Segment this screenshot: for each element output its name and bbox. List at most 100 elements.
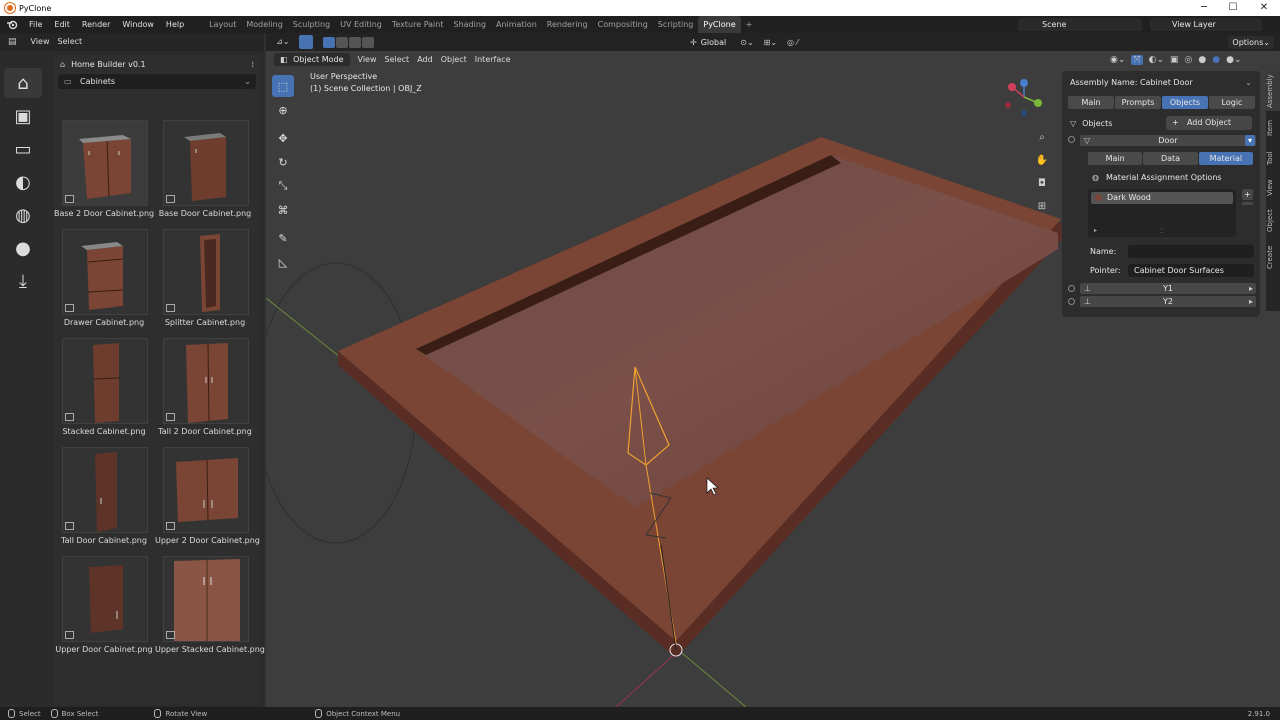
home-icon[interactable]: ⌂ — [4, 68, 42, 98]
workspace-tab-layout[interactable]: Layout — [204, 16, 241, 33]
visibility-dot-icon[interactable] — [1068, 298, 1075, 305]
tab-logic[interactable]: Logic — [1209, 96, 1255, 109]
empty-row-y1[interactable]: ⊥ Y1 ▸ — [1062, 283, 1260, 294]
menu-select[interactable]: Select — [54, 35, 87, 49]
viewport-menu-add[interactable]: Add — [413, 53, 437, 67]
move-tool-icon[interactable]: ✥ — [272, 127, 294, 149]
remove-slot-button[interactable] — [1242, 202, 1253, 205]
shading-wire-icon[interactable]: ◎ — [1185, 55, 1193, 65]
name-input[interactable] — [1128, 245, 1254, 258]
workspace-tab-compositing[interactable]: Compositing — [593, 16, 653, 33]
editor-type-icon[interactable]: ⊿⌄ — [272, 35, 293, 49]
editor-type-icon[interactable]: ▤ — [8, 37, 17, 47]
3d-viewport[interactable]: ⊿⌄ ✛ Global ⊙⌄ ⊞⌄ ◎ ⁄ Options⌄ ◧ Object … — [266, 33, 1280, 707]
mode-set-icon[interactable] — [323, 36, 336, 48]
subtab-data[interactable]: Data — [1143, 152, 1198, 165]
asset-thumb-2[interactable]: Drawer Cabinet.png — [54, 226, 154, 332]
vtab-create[interactable]: Create — [1266, 241, 1280, 273]
empty-selector[interactable]: ⊥ Y1 ▸ — [1080, 283, 1256, 294]
workspace-tab-sculpting[interactable]: Sculpting — [288, 16, 335, 33]
menu-edit[interactable]: Edit — [48, 16, 76, 33]
category-dropdown[interactable]: ▭ Cabinets ⌄ — [58, 74, 256, 89]
menu-file[interactable]: File — [23, 16, 48, 33]
overlay-icon[interactable]: ◐⌄ — [1149, 55, 1164, 65]
vtab-assembly[interactable]: Assembly — [1266, 71, 1280, 111]
minimize-button[interactable]: ─ — [1190, 0, 1218, 16]
workspace-tab-rendering[interactable]: Rendering — [542, 16, 593, 33]
dropdown-arrow-icon[interactable]: ▾ — [1245, 135, 1255, 146]
asset-thumb-0[interactable]: Base 2 Door Cabinet.png — [54, 117, 154, 223]
tab-objects[interactable]: Objects — [1162, 96, 1208, 109]
workspace-tab-pyclone[interactable]: PyClone — [698, 16, 741, 33]
cursor-tool-icon[interactable]: ⊕ — [272, 99, 294, 121]
blender-logo-icon[interactable] — [6, 20, 20, 30]
menu-window[interactable]: Window — [116, 16, 160, 33]
resize-handle-icon[interactable]: ⁚⁚ — [1160, 228, 1164, 235]
viewport-menu-view[interactable]: View — [354, 53, 381, 67]
object-list-item[interactable]: ▽ Door ▾ — [1062, 135, 1260, 147]
transform-tool-icon[interactable]: ⌘ — [272, 199, 294, 221]
vtab-tool[interactable]: Tool — [1266, 145, 1280, 171]
frame-icon[interactable]: ▣ — [4, 101, 42, 131]
viewport-menu-interface[interactable]: Interface — [471, 53, 515, 67]
asset-thumb-5[interactable]: Tall 2 Door Cabinet.png — [155, 335, 255, 441]
assembly-name-header[interactable]: Assembly Name: Cabinet Door ⌄ — [1062, 76, 1260, 90]
menu-help[interactable]: Help — [160, 16, 190, 33]
annotate-tool-icon[interactable]: ✎ — [272, 227, 294, 249]
asset-thumb-9[interactable]: Upper Stacked Cabinet.png — [155, 553, 265, 659]
visibility-icon[interactable]: ◉⌄ — [1110, 55, 1125, 65]
vtab-item[interactable]: Item — [1266, 115, 1280, 141]
mode-subtract-icon[interactable] — [349, 36, 362, 48]
mode-intersect-icon[interactable] — [362, 36, 375, 48]
menu-render[interactable]: Render — [76, 16, 116, 33]
add-workspace-button[interactable]: + — [741, 16, 758, 33]
empty-row-y2[interactable]: ⊥ Y2 ▸ — [1062, 296, 1260, 307]
tab-prompts[interactable]: Prompts — [1115, 96, 1161, 109]
material-sphere-icon[interactable]: ◐ — [4, 167, 42, 197]
menu-view[interactable]: View — [27, 35, 54, 49]
xray-icon[interactable]: ▣ — [1170, 55, 1179, 65]
gizmo-toggle-icon[interactable]: ⤧ — [1131, 54, 1143, 65]
scene-selector[interactable]: Scene — [1018, 18, 1142, 31]
subtab-material[interactable]: Material — [1198, 152, 1253, 165]
workspace-tab-uv-editing[interactable]: UV Editing — [335, 16, 387, 33]
empty-selector[interactable]: ⊥ Y2 ▸ — [1080, 296, 1256, 307]
workspace-tab-texture-paint[interactable]: Texture Paint — [387, 16, 449, 33]
maximize-button[interactable]: ☐ — [1219, 0, 1247, 16]
subtab-main[interactable]: Main — [1088, 152, 1143, 165]
add-object-button[interactable]: + Add Object — [1166, 116, 1252, 130]
select-box-tool-icon[interactable]: ⬚ — [272, 75, 294, 97]
options-dropdown[interactable]: Options⌄ — [1228, 35, 1274, 49]
asset-thumb-7[interactable]: Upper 2 Door Cabinet.png — [155, 444, 260, 550]
workspace-tab-animation[interactable]: Animation — [491, 16, 542, 33]
world-icon[interactable]: ◍ — [4, 200, 42, 230]
download-icon[interactable]: ⤓ — [4, 266, 42, 296]
pan-hand-icon[interactable]: ✋ — [1033, 151, 1051, 169]
add-slot-button[interactable]: + — [1242, 189, 1253, 200]
asset-thumb-3[interactable]: Splitter Cabinet.png — [155, 226, 255, 332]
object-selector[interactable]: ▽ Door ▾ — [1080, 135, 1256, 146]
select-tool-icon[interactable] — [299, 35, 314, 49]
rotate-tool-icon[interactable]: ↻ — [272, 151, 294, 173]
workspace-tab-shading[interactable]: Shading — [448, 16, 491, 33]
camera-icon[interactable]: ● — [4, 233, 42, 263]
vtab-object[interactable]: Object — [1266, 205, 1280, 237]
workspace-tab-modeling[interactable]: Modeling — [241, 16, 287, 33]
expand-triangle-icon[interactable]: ▸ — [1094, 227, 1097, 234]
snap-icon[interactable]: ⊞⌄ — [764, 38, 777, 47]
navigation-gizmo[interactable] — [1000, 77, 1050, 121]
asset-thumb-4[interactable]: Stacked Cabinet.png — [54, 335, 154, 441]
asset-thumb-8[interactable]: Upper Door Cabinet.png — [54, 553, 154, 659]
vtab-view[interactable]: View — [1266, 175, 1280, 201]
asset-thumb-1[interactable]: Base Door Cabinet.png — [155, 117, 255, 223]
viewport-menu-object[interactable]: Object — [437, 53, 471, 67]
orientation-value[interactable]: Global — [701, 38, 727, 47]
tab-main[interactable]: Main — [1068, 96, 1114, 109]
asset-thumb-6[interactable]: Tall Door Cabinet.png — [54, 444, 154, 550]
view-layer-selector[interactable]: View Layer — [1150, 18, 1262, 31]
pointer-input[interactable]: Cabinet Door Surfaces — [1128, 264, 1254, 277]
visibility-dot-icon[interactable] — [1068, 285, 1075, 292]
pivot-icon[interactable]: ⊙⌄ — [740, 38, 753, 47]
scale-tool-icon[interactable]: ⤡ — [272, 175, 294, 197]
ortho-grid-icon[interactable]: ⊞ — [1033, 197, 1051, 215]
